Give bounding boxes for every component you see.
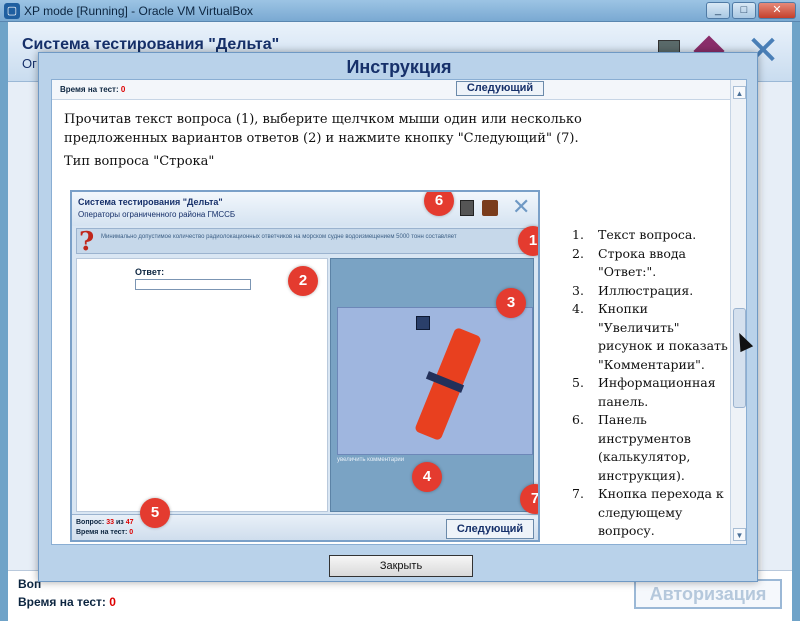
dialog-scrollbar-thumb[interactable] xyxy=(733,308,746,408)
question-type: Тип вопроса "Строка" xyxy=(64,154,215,169)
illus-time-value: 0 xyxy=(129,529,134,536)
transponder-icon xyxy=(416,316,430,330)
dialog-title: Инструкция xyxy=(346,57,452,77)
illus-subtitle: Операторы ограниченного района ГМССБ xyxy=(78,210,236,219)
strip-time: Время на тест: 0 xyxy=(60,85,125,94)
vbox-titlebar: ▢ XP mode [Running] - Oracle VM VirtualB… xyxy=(0,0,800,22)
illus-q-of: из xyxy=(115,519,124,526)
illus-question-counter: Вопрос: 33 из 47 xyxy=(76,519,134,526)
illus-question-text: Минимально допустимое количество радиоло… xyxy=(101,234,457,240)
footer-time-value: 0 xyxy=(109,595,116,609)
illustration-screenshot: Система тестирования "Дельта" Операторы … xyxy=(70,190,540,542)
strip-time-label: Время на тест: xyxy=(60,85,119,94)
minimize-button[interactable]: _ xyxy=(706,2,730,19)
illus-time: Время на тест: 0 xyxy=(76,529,133,536)
legend-item: 5. Информационная панель. xyxy=(572,375,716,409)
strip-time-value: 0 xyxy=(120,85,126,94)
illus-title: Система тестирования "Дельта" xyxy=(78,197,223,207)
scroll-down-arrow-icon[interactable]: ▼ xyxy=(733,528,746,541)
legend-item: 4. Кнопки "Увеличить" рисунок и показать … xyxy=(572,301,728,372)
badge-1: 1 xyxy=(518,226,538,256)
dialog-scrollbar[interactable]: ▲ ▼ xyxy=(730,80,746,544)
close-window-button[interactable]: ✕ xyxy=(758,2,796,19)
dialog-content: Время на тест: 0 Следующий Прочитав текс… xyxy=(51,79,747,545)
badge-3: 3 xyxy=(496,288,526,318)
illus-answer-input xyxy=(135,279,251,290)
window-title: XP mode [Running] - Oracle VM VirtualBox xyxy=(24,4,253,18)
badge-2: 2 xyxy=(288,266,318,296)
illus-q-current: 33 xyxy=(106,519,114,526)
content-top-strip: Время на тест: 0 Следующий xyxy=(52,80,746,100)
legend-item: 2. Строка ввода "Ответ:". xyxy=(572,245,686,280)
auth-button[interactable]: Авторизация xyxy=(634,579,782,609)
legend-item: 6. Панель инструментов (калькулятор, инст… xyxy=(572,412,691,483)
illus-time-label: Время на тест: xyxy=(76,529,128,536)
badge-5: 5 xyxy=(140,498,170,528)
badge-4: 4 xyxy=(412,462,442,492)
illus-q-total: 47 xyxy=(125,519,134,526)
legend-item: 7. Кнопка перехода к следующему вопросу. xyxy=(572,486,724,538)
illus-next-button: Следующий xyxy=(446,519,534,539)
virtualbox-icon: ▢ xyxy=(4,3,20,19)
legend-list: 1. Текст вопроса. 2. Строка ввода "Ответ:"… xyxy=(572,226,732,541)
illus-close-icon: ✕ xyxy=(512,194,531,219)
strip-next-button: Следующий xyxy=(456,81,544,96)
illus-answer-label: Ответ: xyxy=(135,267,165,277)
legend-item: 3. Иллюстрация. xyxy=(572,282,694,298)
illus-answer-pane: Ответ: xyxy=(76,258,328,512)
maximize-button[interactable]: □ xyxy=(732,2,756,19)
footer-time: Время на тест: 0 xyxy=(18,595,116,609)
illus-q-label: Вопрос: xyxy=(76,519,105,526)
question-mark-icon: ? xyxy=(79,227,95,257)
illus-header: Система тестирования "Дельта" Операторы … xyxy=(72,192,538,226)
footer-time-label: Время на тест: xyxy=(18,595,106,609)
close-dialog-button[interactable]: Закрыть xyxy=(329,555,473,577)
illus-image xyxy=(337,307,533,455)
illus-calculator-icon xyxy=(460,200,474,216)
scroll-up-arrow-icon[interactable]: ▲ xyxy=(733,86,746,99)
legend-item: 1. Текст вопроса. xyxy=(572,227,697,242)
instruction-text: Прочитав текст вопроса (1), выберите щел… xyxy=(64,112,582,146)
illus-question-bar: ? Минимально допустимое количество радио… xyxy=(76,227,534,257)
instruction-dialog: Инструкция Время на тест: 0 Следующий Пр… xyxy=(38,52,758,582)
app-subtitle: Ог xyxy=(22,56,37,71)
illus-book-icon xyxy=(482,200,498,216)
